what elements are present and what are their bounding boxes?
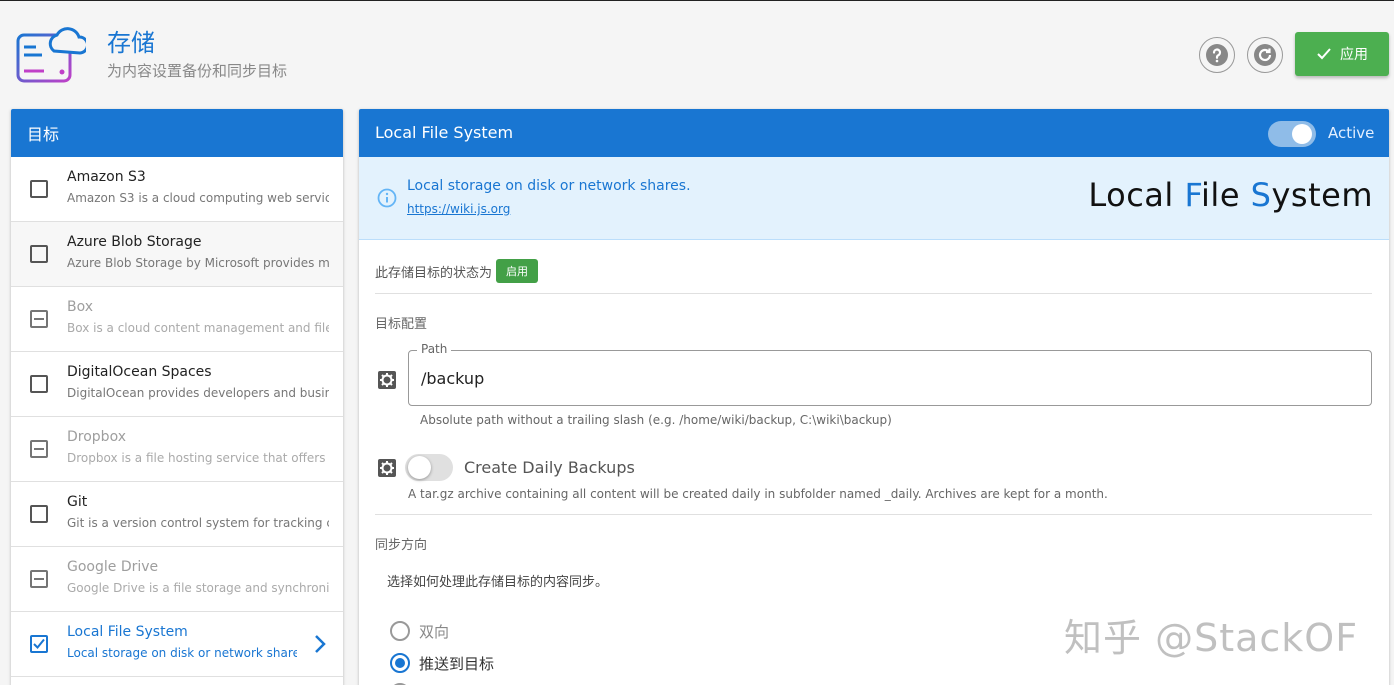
path-input[interactable]: Path /backup [408,342,1372,406]
target-title: Local File System [67,624,188,640]
sync-description: 选择如何处理此存储目标的内容同步。 [387,575,609,590]
target-item-google-drive[interactable]: Google Drive Google Drive is a file stor… [11,547,343,612]
logo-part: Local [1088,176,1185,214]
target-description: Local storage on disk or network shares. [407,178,691,194]
checkbox-checked[interactable] [30,635,48,653]
target-info-box: Local storage on disk or network shares.… [359,157,1389,240]
config-title: Local File System [375,123,514,142]
daily-backups-label: Create Daily Backups [464,458,635,477]
path-value[interactable]: /backup [421,369,484,388]
target-desc: Local storage on disk or network share [67,646,297,660]
toggle-knob [1292,124,1312,144]
checkbox[interactable] [30,505,48,523]
logo-part: ystem [1271,176,1373,214]
info-icon [377,188,397,208]
target-desc: Git is a version control system for trac… [67,516,329,530]
target-item-dropbox[interactable]: Dropbox Dropbox is a file hosting servic… [11,417,343,482]
target-desc: Azure Blob Storage by Microsoft provides… [67,256,329,270]
page-header: 存储 为内容设置备份和同步目标 应用 [0,1,1394,101]
target-item-local-file-system[interactable]: Local File System Local storage on disk … [11,612,343,677]
target-item-git[interactable]: Git Git is a version control system for … [11,482,343,547]
target-desc: Amazon S3 is a cloud computing web servi… [67,191,329,205]
config-section-label: 目标配置 [375,317,428,332]
config-header: Local File System Active [359,109,1389,157]
checkbox-indeterminate[interactable] [30,310,48,328]
checkbox[interactable] [30,375,48,393]
logo-part: S [1250,176,1272,214]
apply-label: 应用 [1340,47,1368,63]
toggle-knob [408,456,431,479]
target-title: Dropbox [67,429,126,445]
target-item-digitalocean-spaces[interactable]: DigitalOcean Spaces DigitalOcean provide… [11,352,343,417]
logo-part: F [1184,176,1202,214]
checkbox-indeterminate[interactable] [30,440,48,458]
chevron-right-icon [315,635,326,653]
target-config-panel: Local File System Active Local storage o… [359,109,1389,685]
checkbox[interactable] [30,245,48,263]
radio-bidirectional[interactable] [390,621,410,641]
sync-section-label: 同步方向 [375,538,428,553]
active-toggle[interactable] [1268,121,1316,147]
refresh-button[interactable] [1247,37,1283,73]
target-title: Git [67,494,88,510]
logo-part: ile [1201,176,1251,214]
divider [375,514,1372,515]
target-title: Box [67,299,94,315]
checkmark-icon [33,638,45,649]
target-title: Azure Blob Storage [67,234,202,250]
target-item-box[interactable]: Box Box is a cloud content management an… [11,287,343,352]
targets-panel: 目标 Amazon S3 Amazon S3 is a cloud comput… [11,109,343,685]
status-badge: 启用 [496,259,539,283]
daily-backups-hint: A tar.gz archive containing all content … [408,487,1108,501]
checkbox[interactable] [30,180,48,198]
target-desc: Box is a cloud content management and fi… [67,321,329,335]
refresh-icon [1254,44,1276,66]
help-icon [1206,44,1228,66]
divider [375,293,1372,294]
page-subtitle: 为内容设置备份和同步目标 [107,62,288,80]
status-text: 此存储目标的状态为 [375,265,493,281]
gear-icon [378,459,396,477]
gear-icon [378,371,396,389]
help-button[interactable] [1199,37,1235,73]
target-logo: Local File System [1088,176,1373,214]
target-title: DigitalOcean Spaces [67,364,212,380]
target-desc: DigitalOcean provides developers and bus… [67,386,329,400]
check-icon [1317,48,1331,60]
target-item-azure-blob-storage[interactable]: Azure Blob Storage Azure Blob Storage by… [11,222,343,287]
path-legend: Path [417,342,452,356]
checkbox-indeterminate[interactable] [30,570,48,588]
apply-button[interactable]: 应用 [1295,32,1389,76]
target-desc: Google Drive is a file storage and synch… [67,581,329,595]
storage-logo-icon [16,27,86,83]
target-title: Google Drive [67,559,159,575]
watermark: 知乎 @StackOF [1064,616,1359,660]
target-website-link[interactable]: https://wiki.js.org [407,202,510,216]
status-line: 此存储目标的状态为 启用 [375,259,539,283]
page-title: 存储 [107,29,155,57]
radio-push-to-target[interactable] [390,653,410,673]
target-item-amazon-s3[interactable]: Amazon S3 Amazon S3 is a cloud computing… [11,157,343,222]
targets-panel-title: 目标 [11,109,343,157]
path-hint: Absolute path without a trailing slash (… [420,413,892,427]
daily-backups-toggle[interactable] [405,454,453,481]
radio-label-push-to-target: 推送到目标 [419,655,495,673]
radio-label-bidirectional: 双向 [419,623,450,641]
target-desc: Dropbox is a file hosting service that o… [67,451,329,465]
target-title: Amazon S3 [67,169,146,185]
active-label: Active [1328,124,1375,142]
